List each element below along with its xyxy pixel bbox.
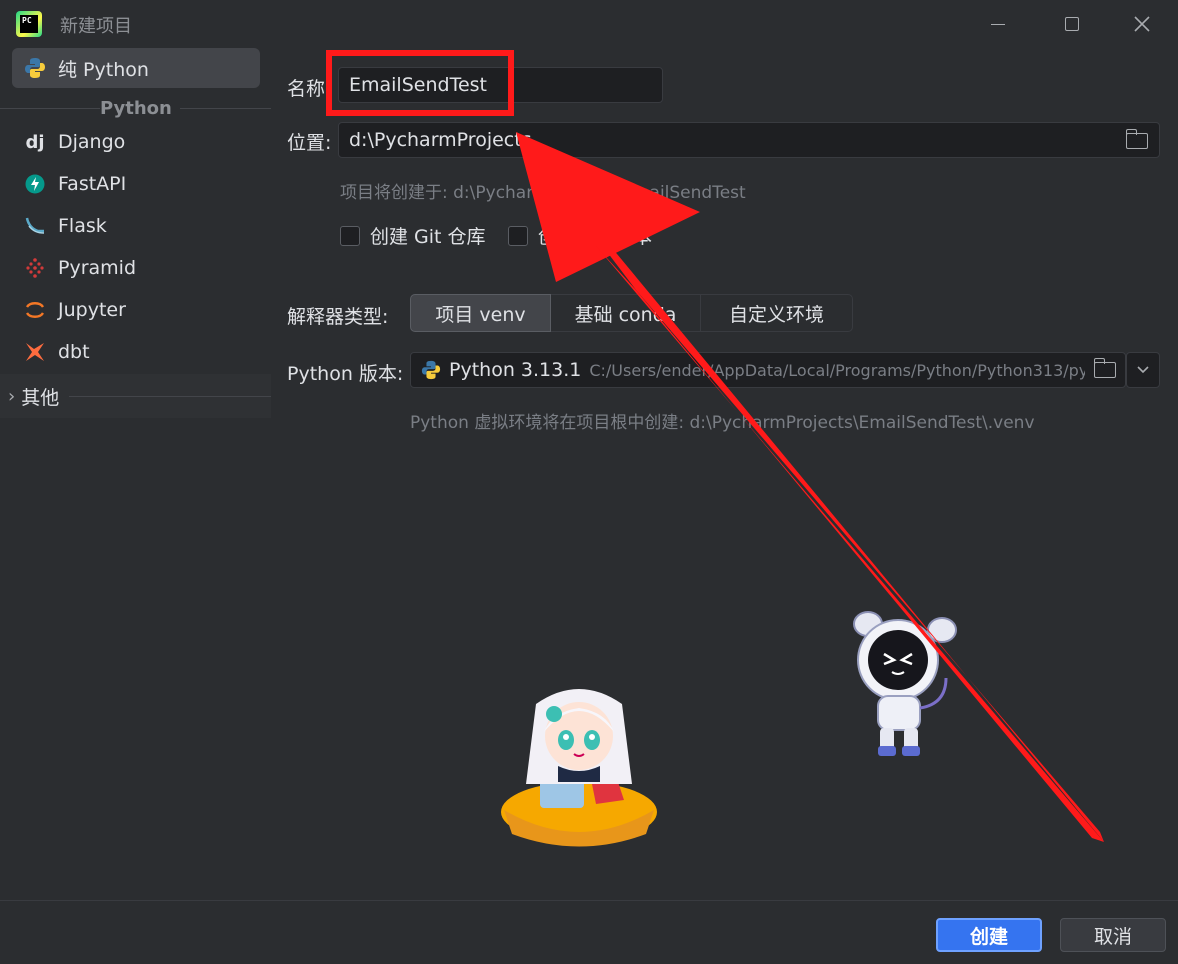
fastapi-icon — [24, 173, 46, 195]
maximize-button[interactable] — [1044, 8, 1100, 40]
sidebar-item-label: Jupyter — [58, 299, 126, 321]
python-group-header: Python — [0, 96, 271, 120]
annotation-highlight-box — [326, 50, 514, 116]
welcome-checkbox[interactable] — [508, 225, 528, 246]
chevron-down-icon — [1137, 366, 1149, 374]
interpreter-option-custom[interactable]: 自定义环境 — [701, 294, 853, 332]
jupyter-icon — [24, 299, 46, 321]
python-version-value: Python 3.13.1 — [449, 359, 582, 381]
python-icon — [421, 360, 441, 380]
create-button[interactable]: 创建 — [936, 918, 1042, 952]
sidebar-item-label: 纯 Python — [58, 58, 149, 81]
browse-interpreter-icon[interactable] — [1093, 358, 1116, 378]
sidebar-item-pyramid[interactable]: Pyramid — [12, 248, 260, 288]
python-version-label: Python 版本: — [287, 363, 404, 385]
close-button[interactable] — [1114, 8, 1170, 40]
dbt-icon — [24, 341, 46, 363]
sidebar-item-flask[interactable]: Flask — [12, 206, 260, 246]
main-panel — [271, 48, 1178, 900]
pyramid-icon — [24, 257, 46, 279]
flask-icon — [24, 215, 46, 237]
sidebar-item-pure-python[interactable]: 纯 Python — [12, 48, 260, 88]
group-label: Python — [100, 97, 180, 119]
name-label: 名称 — [287, 78, 326, 100]
app-icon-text: PC — [20, 15, 38, 33]
sidebar-empty-area — [0, 418, 271, 902]
group-divider — [69, 395, 271, 397]
sidebar-item-fastapi[interactable]: FastAPI — [12, 164, 260, 204]
minimize-button[interactable] — [970, 8, 1026, 40]
location-label: 位置: — [287, 132, 332, 154]
interpreter-option-venv[interactable]: 项目 venv — [410, 294, 551, 332]
sidebar-other-group[interactable]: › 其他 — [0, 374, 271, 418]
window-title: 新建项目 — [60, 16, 132, 37]
chevron-right-icon: › — [8, 385, 16, 407]
create-git-checkbox-row[interactable]: 创建 Git 仓库 — [340, 222, 486, 249]
interpreter-option-conda[interactable]: 基础 conda — [551, 294, 701, 332]
sidebar-item-label: FastAPI — [58, 173, 127, 195]
location-hint: 项目将创建于: d:\PycharmProjects\EmailSendTest — [340, 183, 746, 203]
git-checkbox[interactable] — [340, 225, 360, 246]
git-checkbox-label: 创建 Git 仓库 — [370, 226, 486, 248]
interpreter-type-label: 解释器类型: — [287, 306, 389, 328]
pycharm-logo-icon: PC — [16, 11, 42, 37]
python-version-select[interactable]: Python 3.13.1 C:/Users/ender/AppData/Loc… — [410, 352, 1126, 388]
sidebar-item-label: Django — [58, 131, 126, 153]
python-path: C:/Users/ender/AppData/Local/Programs/Py… — [589, 360, 1085, 380]
minimize-icon — [991, 23, 1005, 25]
venv-hint: Python 虚拟环境将在项目根中创建: d:\PycharmProjects\… — [410, 413, 1035, 433]
location-input[interactable]: d:\PycharmProjects — [338, 122, 1160, 158]
sidebar-item-dbt[interactable]: dbt — [12, 332, 260, 372]
browse-folder-icon[interactable] — [1125, 129, 1148, 149]
location-value: d:\PycharmProjects — [349, 129, 532, 151]
other-group-label: 其他 — [21, 386, 60, 409]
python-version-dropdown-button[interactable] — [1126, 352, 1160, 388]
sidebar-item-label: Pyramid — [58, 257, 137, 279]
maximize-icon — [1065, 17, 1079, 31]
python-icon — [24, 57, 46, 79]
cancel-button[interactable]: 取消 — [1060, 918, 1166, 952]
welcome-checkbox-label: 创建欢迎脚本 — [538, 226, 653, 248]
close-icon — [1134, 16, 1150, 32]
title-bar: PC 新建项目 — [0, 0, 1178, 48]
django-icon: dj — [25, 131, 45, 153]
sidebar-item-label: dbt — [58, 341, 90, 363]
sidebar-item-jupyter[interactable]: Jupyter — [12, 290, 260, 330]
sidebar-item-label: Flask — [58, 215, 107, 237]
sidebar-item-django[interactable]: dj Django — [12, 122, 260, 162]
create-welcome-checkbox-row[interactable]: 创建欢迎脚本 — [508, 222, 652, 249]
